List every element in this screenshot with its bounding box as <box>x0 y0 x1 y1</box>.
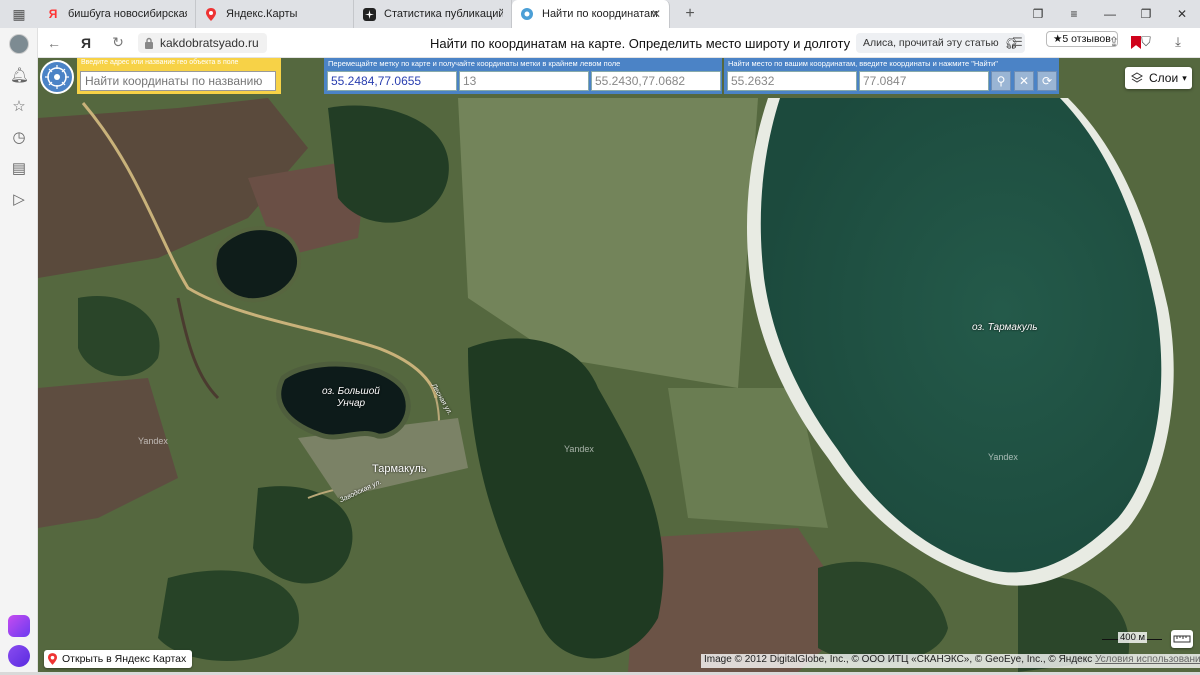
alice-read-button[interactable]: Алиса, прочитай эту статью 🎧︎ <box>856 33 1025 53</box>
bell-icon[interactable]: 🔔︎ <box>10 66 29 84</box>
video-icon[interactable]: ▷ <box>10 190 28 208</box>
download-icon[interactable]: ⤓ <box>1162 34 1194 50</box>
lake-label-bolshoy-1: оз. Большой <box>322 386 380 397</box>
village-label: Тармакуль <box>372 463 427 475</box>
back-icon[interactable]: ← <box>38 35 70 51</box>
scale-bar: 400 м <box>1102 632 1168 646</box>
map-pin-icon <box>204 7 218 21</box>
avatar[interactable] <box>9 34 29 54</box>
layers-icon <box>1131 72 1143 83</box>
move-panel-label: Перемещайте метку по карте и получайте к… <box>328 59 621 68</box>
tab-strip: ▦ Я бишбуга новосибирская с Яндекс.Карты… <box>0 0 1200 28</box>
compass-icon[interactable] <box>40 60 74 94</box>
map-copyright: Image © 2012 DigitalGlobe, Inc., © ООО И… <box>701 654 1200 668</box>
close-window-icon[interactable]: ✕ <box>1164 7 1200 21</box>
tab-title: бишбуга новосибирская с <box>68 8 187 20</box>
protect-icon[interactable]: ⛉ <box>1130 34 1162 50</box>
open-in-yandex-maps-button[interactable]: Открыть в Яндекс Картах <box>44 650 193 668</box>
page-title: Найти по координатам на карте. Определит… <box>430 36 851 51</box>
new-tab-icon[interactable]: + <box>670 0 710 28</box>
tab-title: Статистика публикаций | <box>384 8 503 20</box>
yandex-watermark: Yandex <box>564 444 594 454</box>
map-pin-icon <box>48 653 57 665</box>
search-panel: Введите адрес или название гео объекта в… <box>77 58 281 94</box>
yandex-brand-icon[interactable]: Я <box>70 35 102 51</box>
reader-mode-icon[interactable]: ☰ <box>1012 35 1023 49</box>
lake-label-tarmakul: оз. Тармакуль <box>972 322 1038 333</box>
find-panel-label: Найти место по вашим координатам, введит… <box>728 59 998 68</box>
open-in-yandex-label: Открыть в Яндекс Картах <box>62 653 187 665</box>
yandex-watermark: Yandex <box>138 436 168 446</box>
notes-icon[interactable]: ▤ <box>10 159 28 177</box>
minimize-icon[interactable]: — <box>1092 7 1128 21</box>
corner-coords-field[interactable] <box>591 71 721 91</box>
longitude-input[interactable] <box>859 71 989 91</box>
reload-icon[interactable]: ↻ <box>102 34 134 51</box>
copyright-text: Image © 2012 DigitalGlobe, Inc., © ООО И… <box>704 654 1093 665</box>
satellite-map[interactable]: оз. Большой Унчар Тармакуль оз. Тармакул… <box>38 58 1200 672</box>
lake-label-bolshoy-2: Унчар <box>337 398 366 409</box>
alice-app-icon[interactable] <box>8 615 30 637</box>
extension-icons: ⇪ ⛉ ⤓ <box>1098 34 1194 50</box>
search-icon[interactable]: ⚲ <box>991 71 1011 91</box>
terms-link[interactable]: Условия использования <box>1095 654 1200 665</box>
tab-bishbuga[interactable]: Я бишбуга новосибирская с <box>38 0 196 28</box>
menu-icon[interactable]: ≡ <box>1056 7 1092 21</box>
tab-title: Яндекс.Карты <box>226 8 298 20</box>
tab-title: Найти по координатам <box>542 8 658 20</box>
marker-coords-field[interactable] <box>327 71 457 91</box>
lock-icon <box>145 37 153 49</box>
site-favicon-icon <box>520 7 534 21</box>
tab-find-coordinates[interactable]: Найти по координатам ✕ <box>512 0 670 28</box>
close-tab-icon[interactable]: ✕ <box>651 7 661 21</box>
address-bar: ← Я ↻ kakdobratsyado.ru Найти по координ… <box>38 28 1200 58</box>
search-input[interactable] <box>80 71 276 91</box>
collections-icon[interactable]: ❐ <box>1020 7 1056 21</box>
url-field[interactable]: kakdobratsyado.ru <box>138 32 267 53</box>
move-marker-panel: Перемещайте метку по карте и получайте к… <box>324 58 722 94</box>
zen-icon <box>362 7 376 21</box>
restore-icon[interactable]: ❐ <box>1128 7 1164 21</box>
clear-icon[interactable]: ✕ <box>1014 71 1034 91</box>
search-panel-label: Введите адрес или название гео объекта в… <box>81 59 239 66</box>
yandex-y-icon: Я <box>48 7 58 21</box>
history-icon[interactable]: ◷ <box>10 128 28 146</box>
url-text: kakdobratsyado.ru <box>160 35 259 50</box>
alice-icon[interactable] <box>8 645 30 667</box>
ruler-icon[interactable] <box>1171 630 1193 648</box>
latitude-input[interactable] <box>727 71 857 91</box>
layers-label: Слои <box>1149 71 1179 85</box>
share-icon[interactable]: ⇪ <box>1098 34 1130 50</box>
zoom-field[interactable] <box>459 71 589 91</box>
yandex-watermark: Yandex <box>988 452 1018 462</box>
scale-label: 400 м <box>1118 632 1148 643</box>
refresh-icon[interactable]: ⟳ <box>1037 71 1057 91</box>
find-by-coords-panel: Найти место по вашим координатам, введит… <box>724 58 1059 94</box>
map-imagery <box>38 58 1200 672</box>
star-icon[interactable]: ☆ <box>10 97 28 115</box>
tabs-grid-icon[interactable]: ▦ <box>0 0 38 28</box>
alice-read-label: Алиса, прочитай эту статью <box>863 37 999 49</box>
browser-sidebar: 🔔︎ ☆ ◷ ▤ ▷ <box>0 28 38 675</box>
tab-statistics[interactable]: Статистика публикаций | <box>354 0 512 28</box>
tab-yandex-maps[interactable]: Яндекс.Карты <box>196 0 354 28</box>
chevron-down-icon: ▾ <box>1182 72 1187 83</box>
layers-button[interactable]: Слои ▾ <box>1125 67 1192 89</box>
window-controls: ❐ ≡ — ❐ ✕ <box>1020 0 1200 28</box>
